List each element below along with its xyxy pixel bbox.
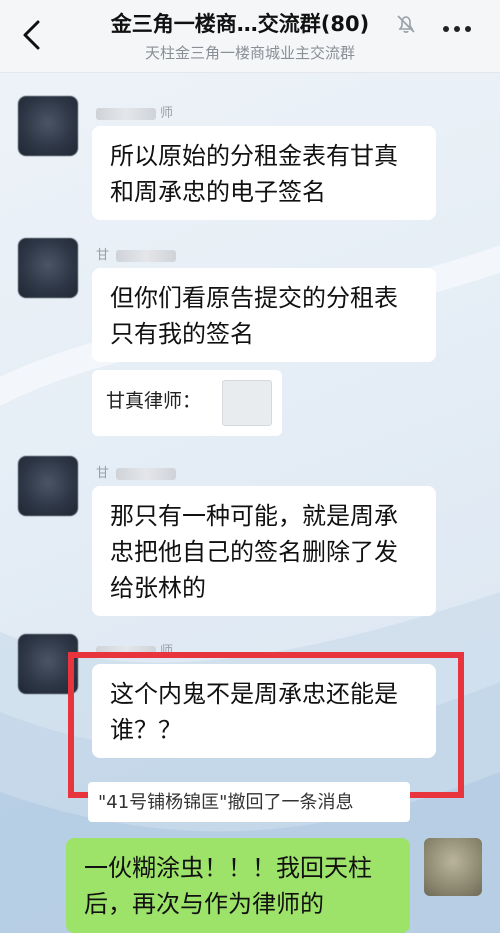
chat-subtitle: 天柱金三角一楼商城业主交流群 <box>144 44 355 62</box>
message-bubble[interactable]: 所以原始的分租金表有甘真和周承忠的电子签名 <box>92 126 436 220</box>
blurred-name <box>96 107 156 120</box>
more-options-icon[interactable] <box>442 24 472 34</box>
avatar[interactable] <box>18 238 78 298</box>
chat-title: 金三角一楼商…交流群(80) <box>110 12 370 36</box>
recall-notice: "41号铺杨锦匡"撤回了一条消息 <box>88 782 410 822</box>
avatar[interactable] <box>18 96 78 156</box>
blurred-name <box>116 249 177 262</box>
chat-header: 金三角一楼商…交流群(80) 天柱金三角一楼商城业主交流群 <box>0 0 500 73</box>
own-message-bubble[interactable]: 一伙糊涂虫！！！我回天柱后，再次与作为律师的 <box>66 838 410 933</box>
sender-name: 师 <box>96 102 174 121</box>
quoted-message[interactable]: 甘真律师： <box>92 370 282 436</box>
message-bubble[interactable]: 那只有一种可能，就是周承忠把他自己的签名删除了发给张林的 <box>92 486 436 616</box>
muted-bell-icon <box>397 15 415 33</box>
quote-thumbnail <box>222 380 272 426</box>
my-avatar[interactable] <box>424 838 482 896</box>
message-bubble[interactable]: 但你们看原告提交的分租表只有我的签名 <box>92 268 436 362</box>
blurred-name <box>116 467 177 480</box>
back-arrow-icon[interactable] <box>18 18 46 52</box>
avatar[interactable] <box>18 456 78 516</box>
sender-name: 甘 <box>96 462 180 481</box>
quote-label: 甘真律师： <box>106 390 202 412</box>
red-highlight-box <box>68 652 464 798</box>
sender-name: 甘 <box>96 244 180 263</box>
